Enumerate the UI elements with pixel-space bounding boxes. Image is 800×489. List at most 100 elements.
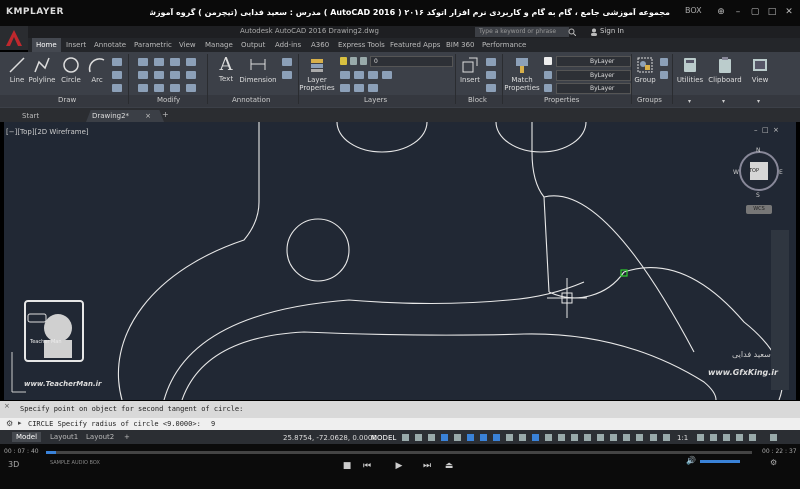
tab-start[interactable]: Start: [6, 110, 92, 122]
scale-icon[interactable]: [154, 84, 164, 92]
stop-icon[interactable]: ■: [340, 459, 354, 473]
block-panel-label[interactable]: Block: [468, 96, 487, 104]
lock-icon[interactable]: [360, 57, 367, 65]
seek-bar[interactable]: [46, 451, 752, 454]
create-block-icon[interactable]: [486, 58, 496, 66]
drawing-canvas[interactable]: [4, 122, 796, 400]
gradient-icon[interactable]: [112, 84, 122, 92]
group-edit-icon[interactable]: [660, 71, 668, 79]
layer-tool-icon[interactable]: [340, 84, 350, 92]
rectangle-icon[interactable]: [112, 58, 122, 66]
array-icon[interactable]: [170, 84, 180, 92]
layer-tool-icon[interactable]: [354, 71, 364, 79]
layer-properties-button[interactable]: Layer Properties: [299, 56, 335, 92]
wcs-menu[interactable]: WCS: [746, 205, 772, 214]
tab-output[interactable]: Output: [241, 41, 265, 49]
insert-button[interactable]: Insert: [458, 56, 482, 84]
lineweight-dropdown[interactable]: ByLayer: [556, 70, 631, 81]
previous-icon[interactable]: ⏮: [360, 459, 374, 473]
ungroup-icon[interactable]: [660, 58, 668, 66]
arc-button[interactable]: Arc: [87, 56, 107, 84]
workspace-gear-icon[interactable]: [697, 434, 704, 441]
chevron-down-icon[interactable]: ▾: [688, 98, 691, 105]
isolate-objects-icon[interactable]: [663, 434, 670, 441]
viewcube-top-label[interactable]: TOP: [749, 168, 759, 174]
layer-dropdown[interactable]: 0: [370, 56, 453, 67]
properties-panel-label[interactable]: Properties: [544, 96, 579, 104]
leader-icon[interactable]: [282, 58, 292, 66]
add-layout-button[interactable]: +: [120, 432, 134, 442]
utilities-button[interactable]: Utilities: [675, 56, 705, 84]
object-snap-tracking-icon[interactable]: [480, 434, 487, 441]
mirror-icon[interactable]: [154, 71, 164, 79]
view-button[interactable]: View: [748, 56, 772, 84]
tab-annotate[interactable]: Annotate: [94, 41, 126, 49]
group-button[interactable]: Group: [633, 56, 657, 84]
clipboard-button[interactable]: Clipboard: [708, 56, 742, 84]
grid-icon[interactable]: [402, 434, 409, 441]
draw-panel-label[interactable]: Draw: [58, 96, 76, 104]
rotate-icon[interactable]: [154, 58, 164, 66]
eject-icon[interactable]: ⏏: [442, 459, 456, 473]
layer-tool-icon[interactable]: [382, 71, 392, 79]
auto-scale-icon[interactable]: [610, 434, 617, 441]
layout-tab-layout2[interactable]: Layout2: [82, 432, 118, 442]
copy-icon[interactable]: [138, 71, 148, 79]
layer-tool-icon[interactable]: [340, 71, 350, 79]
new-tab-button[interactable]: +: [162, 110, 169, 119]
fullscreen-icon[interactable]: ▢: [750, 7, 760, 17]
user-icon[interactable]: [590, 28, 598, 36]
volume-icon[interactable]: 🔊: [686, 456, 696, 465]
player-mode-tags[interactable]: SAMPLE AUDIO BOX: [50, 460, 100, 466]
3d-icon[interactable]: 3D: [8, 460, 19, 469]
quick-properties-icon[interactable]: [636, 434, 643, 441]
search-icon[interactable]: [568, 28, 576, 36]
close-icon[interactable]: ✕: [784, 7, 794, 17]
modify-panel-label[interactable]: Modify: [157, 96, 180, 104]
tab-view[interactable]: View: [179, 41, 196, 49]
layout-tab-model[interactable]: Model: [12, 432, 42, 442]
sun-icon[interactable]: [350, 57, 357, 65]
player-box-label[interactable]: BOX: [685, 6, 702, 15]
settings-icon[interactable]: ⚙: [770, 458, 777, 467]
annotation-panel-label[interactable]: Annotation: [232, 96, 270, 104]
chevron-down-icon[interactable]: ▾: [757, 98, 760, 105]
explode-icon[interactable]: [186, 71, 196, 79]
tab-bim-360[interactable]: BIM 360: [446, 41, 475, 49]
units-icon[interactable]: [623, 434, 630, 441]
offset-icon[interactable]: [186, 84, 196, 92]
stretch-icon[interactable]: [138, 84, 148, 92]
color-dropdown[interactable]: ByLayer: [556, 56, 631, 67]
volume-slider[interactable]: [700, 460, 740, 463]
dynamic-ucs-icon[interactable]: [558, 434, 565, 441]
close-command-icon[interactable]: ×: [4, 402, 10, 410]
annotation-visibility-icon[interactable]: [597, 434, 604, 441]
infer-icon[interactable]: [428, 434, 435, 441]
gizmo-icon[interactable]: [584, 434, 591, 441]
sign-in-button[interactable]: Sign In: [600, 27, 624, 35]
edit-block-icon[interactable]: [486, 71, 496, 79]
fillet-icon[interactable]: [170, 71, 180, 79]
erase-icon[interactable]: [186, 58, 196, 66]
isodraft-icon[interactable]: [467, 434, 474, 441]
next-icon[interactable]: ⏭: [420, 459, 434, 473]
layout-tab-layout1[interactable]: Layout1: [46, 432, 82, 442]
navigation-bar[interactable]: [771, 230, 789, 390]
tab-home[interactable]: Home: [32, 38, 61, 52]
hatch-icon[interactable]: [112, 71, 122, 79]
polar-icon[interactable]: [454, 434, 461, 441]
lock-ui-icon[interactable]: [650, 434, 657, 441]
maximize-icon[interactable]: □: [767, 7, 777, 17]
lightbulb-icon[interactable]: [340, 57, 347, 65]
hardware-acceleration-icon[interactable]: [723, 434, 730, 441]
chevron-down-icon[interactable]: ▾: [722, 98, 725, 105]
search-input[interactable]: Type a keyword or phrase: [475, 27, 569, 37]
line-button[interactable]: Line: [6, 56, 28, 84]
customization-icon[interactable]: [770, 434, 777, 441]
attribute-icon[interactable]: [486, 84, 496, 92]
polyline-button[interactable]: Polyline: [28, 56, 56, 84]
tab-a360[interactable]: A360: [311, 41, 329, 49]
layers-panel-label[interactable]: Layers: [364, 96, 387, 104]
circle-button[interactable]: Circle: [60, 56, 82, 84]
viewport-label[interactable]: [−][Top][2D Wireframe]: [6, 128, 89, 136]
